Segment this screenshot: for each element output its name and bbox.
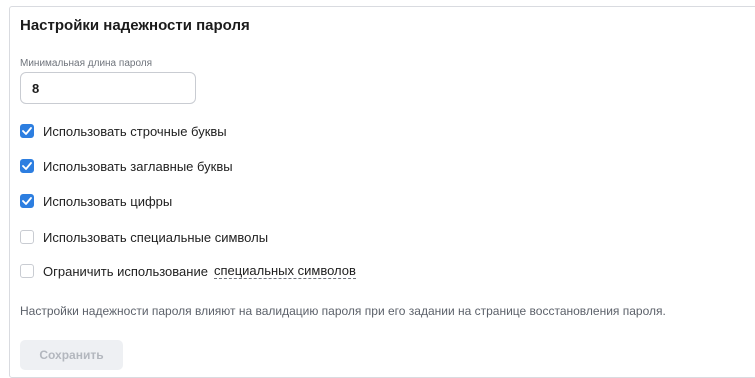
option-digits[interactable]: Использовать цифры	[20, 193, 172, 209]
checkbox-unchecked-icon[interactable]	[20, 264, 34, 278]
option-digits-label: Использовать цифры	[43, 193, 173, 209]
min-length-label: Минимальная длина пароля	[20, 58, 153, 69]
option-uppercase[interactable]: Использовать заглавные буквы	[20, 158, 233, 174]
checkbox-unchecked-icon[interactable]	[20, 230, 34, 244]
special-chars-link[interactable]: специальных символов	[213, 263, 356, 279]
checkbox-checked-icon[interactable]	[20, 159, 34, 173]
save-button[interactable]: Сохранить	[20, 340, 123, 370]
min-length-input[interactable]	[20, 72, 196, 104]
option-restrict-special-chars-label: Ограничить использование	[43, 263, 208, 279]
option-uppercase-label: Использовать заглавные буквы	[43, 158, 233, 174]
option-special-chars[interactable]: Использовать специальные символы	[20, 229, 268, 245]
section-title: Настройки надежности пароля	[20, 17, 250, 34]
option-restrict-special-chars[interactable]: Ограничить использование специальных сим…	[20, 263, 356, 279]
settings-hint: Настройки надежности пароля влияют на ва…	[20, 304, 666, 318]
checkbox-checked-icon[interactable]	[20, 194, 34, 208]
option-lowercase-label: Использовать строчные буквы	[43, 123, 227, 139]
checkbox-checked-icon[interactable]	[20, 124, 34, 138]
option-special-chars-label: Использовать специальные символы	[43, 229, 269, 245]
option-lowercase[interactable]: Использовать строчные буквы	[20, 123, 227, 139]
